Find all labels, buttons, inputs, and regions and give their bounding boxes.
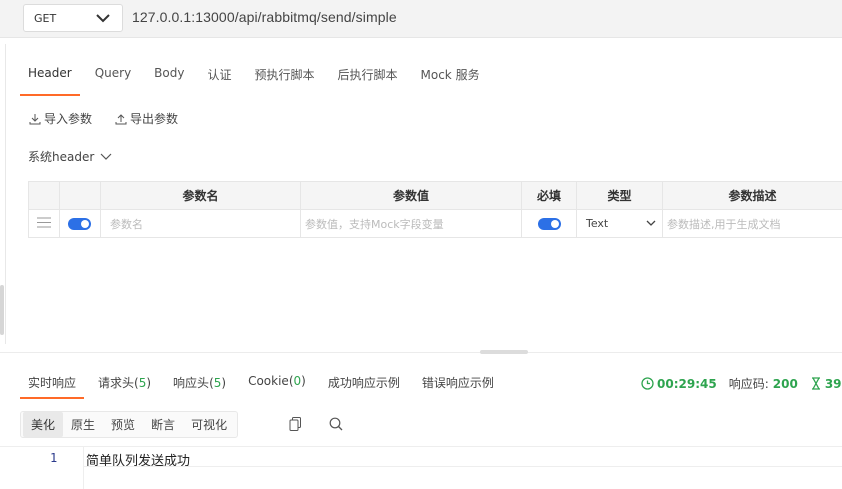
resize-handle[interactable] <box>480 350 528 354</box>
panel-divider <box>0 352 842 353</box>
url-input[interactable]: 127.0.0.1:13000/api/rabbitmq/send/simple <box>132 9 397 25</box>
type-select[interactable]: Text <box>576 209 663 238</box>
line-number: 1 <box>50 451 58 465</box>
col-header-name: 参数名 <box>100 181 301 210</box>
table-header-row: 参数名 参数值 必填 类型 参数描述 <box>28 181 842 210</box>
view-mode-group: 美化 原生 预览 断言 可视化 <box>20 411 239 438</box>
panel-border <box>5 44 6 344</box>
export-params-label: 导出参数 <box>130 112 179 126</box>
view-visualize-button[interactable]: 可视化 <box>183 412 235 437</box>
table-row: 参数名 参数值，支持Mock字段变量 Text 参数描述,用于生成文档 <box>28 209 842 238</box>
required-toggle[interactable] <box>538 218 561 230</box>
col-header-value: 参数值 <box>300 181 522 210</box>
col-header-required: 必填 <box>521 181 577 210</box>
url-bar: GET 127.0.0.1:13000/api/rabbitmq/send/si… <box>0 0 842 38</box>
type-value: Text <box>586 217 609 230</box>
view-pretty-button[interactable]: 美化 <box>23 412 64 437</box>
tab-body[interactable]: Body <box>154 62 184 90</box>
drag-handle[interactable] <box>28 209 60 238</box>
hourglass-icon <box>811 377 820 390</box>
drag-handle-icon <box>37 217 51 227</box>
tab-label: 请求头 <box>98 376 135 390</box>
response-duration: 398. <box>824 376 842 391</box>
tab-response-headers[interactable]: 响应头(5) <box>173 370 226 395</box>
param-description-input[interactable]: 参数描述,用于生成文档 <box>662 209 842 238</box>
tab-label: 成功响应示例 <box>327 376 400 390</box>
chevron-down-icon <box>100 153 112 160</box>
search-icon[interactable] <box>329 417 343 431</box>
chevron-down-icon <box>646 220 656 226</box>
system-header-label: 系统header <box>28 150 95 164</box>
tab-live-response[interactable]: 实时响应 <box>19 370 85 399</box>
response-meta: 00:29:45 响应码: 200 398. <box>641 375 842 392</box>
enable-toggle[interactable] <box>68 218 91 230</box>
count-badge: 0 <box>293 374 302 388</box>
enable-cell <box>59 209 101 238</box>
required-cell <box>521 209 577 238</box>
upload-icon <box>115 113 127 124</box>
param-value-input[interactable]: 参数值，支持Mock字段变量 <box>300 209 522 238</box>
tab-query[interactable]: Query <box>95 62 131 90</box>
download-icon <box>29 113 41 124</box>
export-params-button[interactable]: 导出参数 <box>115 110 178 127</box>
tab-live-response-label: 实时响应 <box>28 376 77 390</box>
line-highlight <box>84 466 842 467</box>
view-preview-button[interactable]: 预览 <box>103 412 143 437</box>
copy-icon[interactable] <box>289 417 302 431</box>
system-header-toggle[interactable]: 系统header <box>28 148 112 165</box>
response-tabs: 实时响应 请求头(5) 响应头(5) Cookie(0) 成功响应示例 错误响应… <box>19 370 516 399</box>
status-code: 200 <box>772 376 798 391</box>
param-name-input[interactable]: 参数名 <box>100 209 301 238</box>
scrollbar-handle[interactable] <box>0 285 4 335</box>
gutter-divider <box>83 447 84 489</box>
method-label: GET <box>34 12 57 25</box>
count-badge: 5 <box>213 376 222 390</box>
col-header-type: 类型 <box>576 181 663 210</box>
request-tabs: Header Query Body 认证 预执行脚本 后执行脚本 Mock 服务 <box>19 62 503 96</box>
chevron-down-icon <box>96 14 110 23</box>
tab-label: Cookie <box>248 374 289 388</box>
tab-label: 错误响应示例 <box>421 376 494 390</box>
tab-auth[interactable]: 认证 <box>207 62 231 90</box>
response-time: 00:29:45 <box>657 376 717 391</box>
tab-pre-script[interactable]: 预执行脚本 <box>254 62 314 90</box>
import-params-label: 导入参数 <box>44 112 93 126</box>
params-table: 参数名 参数值 必填 类型 参数描述 参数名 参数值，支持Mock字段变量 Te… <box>28 181 842 238</box>
clock-icon <box>641 377 654 390</box>
import-params-button[interactable]: 导入参数 <box>29 110 92 127</box>
view-raw-button[interactable]: 原生 <box>63 412 103 437</box>
method-select[interactable]: GET <box>23 4 123 32</box>
response-body-editor[interactable]: 1 简单队列发送成功 <box>0 446 842 489</box>
tab-header[interactable]: Header <box>20 62 80 96</box>
tab-post-script[interactable]: 后执行脚本 <box>338 62 398 90</box>
tab-error-example[interactable]: 错误响应示例 <box>422 370 494 395</box>
enable-col-header <box>59 181 101 210</box>
col-header-description: 参数描述 <box>662 181 842 210</box>
view-assert-button[interactable]: 断言 <box>143 412 183 437</box>
tab-mock[interactable]: Mock 服务 <box>421 62 480 90</box>
tab-request-headers[interactable]: 请求头(5) <box>98 370 151 395</box>
drag-col-header <box>28 181 60 210</box>
tab-label: 响应头 <box>173 376 210 390</box>
tab-cookie[interactable]: Cookie(0) <box>248 370 306 395</box>
param-actions: 导入参数 导出参数 <box>29 110 201 127</box>
tab-success-example[interactable]: 成功响应示例 <box>328 370 400 395</box>
status-code-label: 响应码: <box>728 377 769 391</box>
count-badge: 5 <box>138 376 147 390</box>
